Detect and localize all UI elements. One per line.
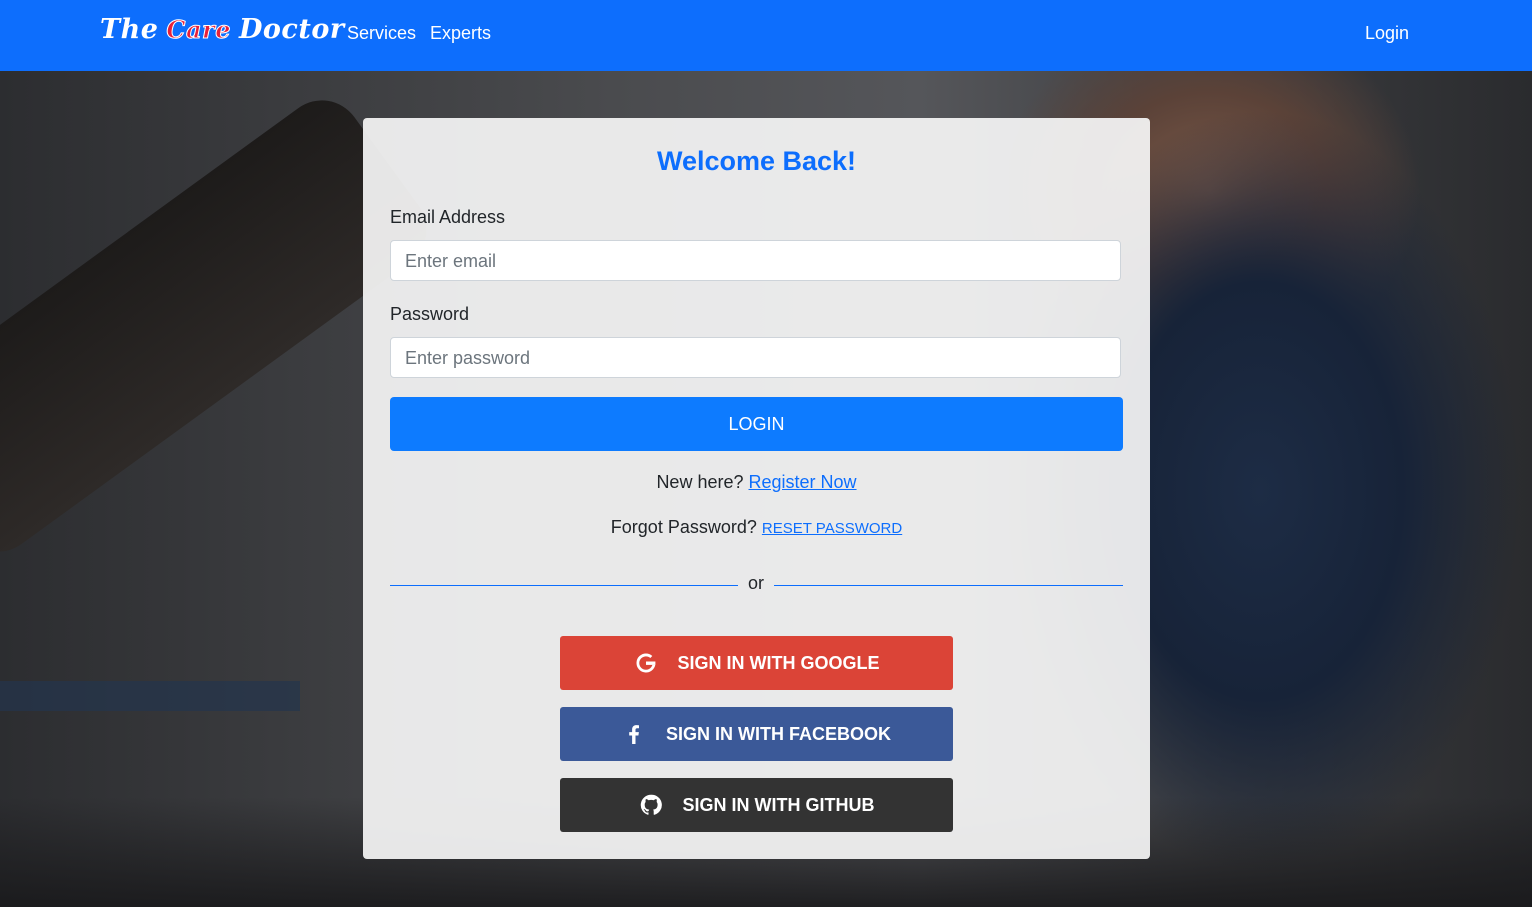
- divider-right: [774, 585, 1123, 586]
- background-shelf: [0, 681, 300, 711]
- password-input[interactable]: Enter password: [390, 337, 1121, 378]
- register-line: New here? Register Now: [363, 472, 1150, 493]
- brand-text-the: The: [100, 14, 159, 45]
- login-button[interactable]: LOGIN: [390, 397, 1123, 451]
- login-card: Welcome Back! Email Address Enter email …: [363, 118, 1150, 859]
- navbar: The Care Doctor Services Experts Login: [0, 0, 1532, 71]
- nav-link-experts[interactable]: Experts: [430, 23, 491, 44]
- divider-or: or: [747, 573, 764, 593]
- password-label: Password: [390, 304, 470, 324]
- github-icon: [640, 794, 662, 815]
- page: The Care Doctor Services Experts Login Wel…: [0, 0, 1532, 907]
- email-label: Email Address: [390, 207, 506, 227]
- brand-text-doctor: Doctor: [238, 14, 345, 45]
- email-input[interactable]: Enter email: [390, 240, 1121, 281]
- login-title: Welcome Back!: [656, 146, 857, 176]
- brand-logo[interactable]: The Care Doctor: [100, 14, 345, 45]
- google-icon: [635, 653, 655, 673]
- reset-password-link[interactable]: RESET PASSWORD: [762, 520, 902, 537]
- brand-text-care: Care: [166, 15, 231, 45]
- facebook-signin-button[interactable]: SIGN IN WITH FACEBOOK: [560, 707, 953, 761]
- facebook-signin-label: SIGN IN WITH FACEBOOK: [666, 723, 891, 744]
- facebook-icon: [629, 725, 639, 744]
- forgot-password-line: Forgot Password? RESET PASSWORD: [363, 517, 1150, 538]
- google-signin-button[interactable]: SIGN IN WITH GOOGLE: [560, 636, 953, 690]
- nav-link-services[interactable]: Services: [347, 23, 416, 44]
- forgot-prompt: Forgot Password?: [610, 517, 757, 537]
- github-signin-button[interactable]: SIGN IN WITH GITHUB: [560, 778, 953, 832]
- nav-link-login[interactable]: Login: [1365, 23, 1409, 44]
- divider-left: [390, 585, 738, 586]
- register-now-link[interactable]: Register Now: [749, 472, 857, 492]
- register-prompt: New here?: [656, 472, 744, 492]
- google-signin-label: SIGN IN WITH GOOGLE: [677, 652, 880, 673]
- github-signin-label: SIGN IN WITH GITHUB: [682, 794, 875, 815]
